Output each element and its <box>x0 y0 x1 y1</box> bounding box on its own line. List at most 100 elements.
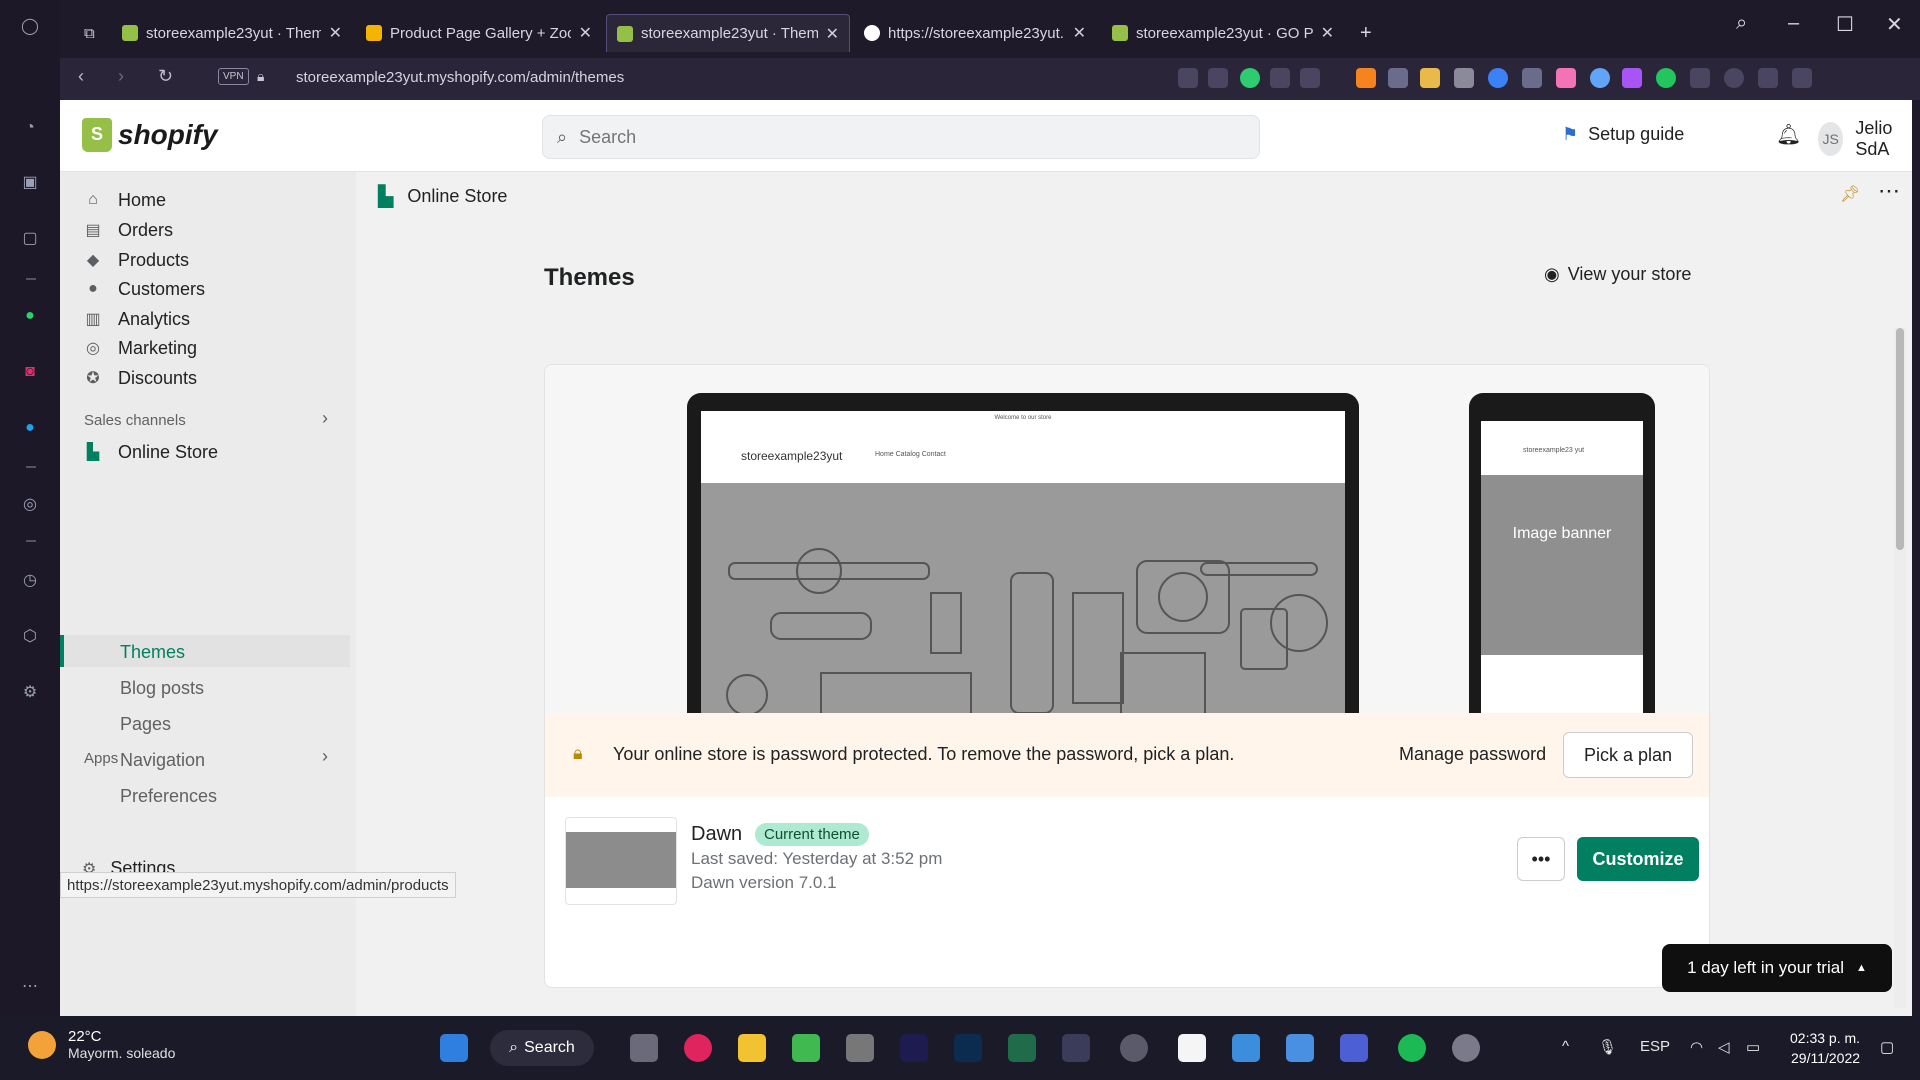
search-input[interactable] <box>579 126 1180 148</box>
extension-icon[interactable] <box>1488 68 1508 88</box>
maximize-icon[interactable]: ☐ <box>1836 12 1854 37</box>
shield-icon[interactable] <box>1240 68 1260 88</box>
volume-icon[interactable]: ◁ <box>1718 1038 1730 1056</box>
trial-banner-button[interactable]: 1 day left in your trial ▲ <box>1662 944 1892 992</box>
url-field[interactable]: storeexample23yut.myshopify.com/admin/th… <box>296 69 624 86</box>
manage-password-button[interactable]: Manage password <box>1399 744 1546 765</box>
lock-icon[interactable]: 🔒︎ <box>257 68 264 85</box>
extension-icon[interactable] <box>1388 68 1408 88</box>
theme-preview[interactable]: Welcome to our store storeexample23yut H… <box>545 365 1709 713</box>
twitter-icon[interactable]: ● <box>20 418 40 438</box>
language-indicator[interactable]: ESP <box>1640 1038 1670 1055</box>
opera-logo-icon[interactable]: ◯ <box>20 16 40 36</box>
app-icon[interactable] <box>1008 1034 1036 1062</box>
extension-icon[interactable] <box>1656 68 1676 88</box>
metamask-extension-icon[interactable] <box>1356 68 1376 88</box>
settings-gear-icon[interactable]: ⚙ <box>20 682 40 702</box>
easy-setup-icon[interactable] <box>1792 68 1812 88</box>
photoshop-icon[interactable] <box>954 1034 982 1062</box>
close-icon[interactable]: ✕ <box>1321 23 1334 43</box>
admin-search[interactable]: ⌕ <box>542 115 1260 159</box>
close-icon[interactable]: ✕ <box>826 24 839 44</box>
file-explorer-icon[interactable] <box>738 1034 766 1062</box>
extension-icon[interactable] <box>1522 68 1542 88</box>
opera-taskbar-icon[interactable] <box>684 1034 712 1062</box>
chevron-up-icon[interactable]: ^ <box>1562 1038 1569 1055</box>
history-icon[interactable]: ◷ <box>20 570 40 590</box>
pin-icon[interactable]: 📌︎ <box>1840 184 1860 204</box>
nav-item-analytics[interactable]: ▥ Analytics <box>82 305 190 333</box>
nav-item-home[interactable]: ⌂ Home <box>82 186 166 214</box>
cube-extension-icon[interactable] <box>1690 68 1710 88</box>
tab-1[interactable]: storeexample23yut · Theme ✕ <box>112 14 352 52</box>
extension-icon[interactable] <box>1556 68 1576 88</box>
theme-actions-button[interactable]: ••• <box>1517 837 1565 881</box>
close-icon[interactable]: ✕ <box>1073 23 1086 43</box>
shopify-logo[interactable]: shopify <box>82 118 218 152</box>
tab-4[interactable]: https://storeexample23yut. ✕ <box>854 14 1096 52</box>
nav-item-customers[interactable]: ● Customers <box>82 275 205 303</box>
taskbar-search[interactable]: ⌕ Search <box>490 1030 594 1066</box>
nav-item-products[interactable]: ◆ Products <box>82 246 189 274</box>
tab-workspace-icon[interactable]: ⧉ <box>74 14 114 52</box>
back-icon[interactable]: ‹ <box>78 66 84 87</box>
breadcrumb[interactable]: ▙ Online Store <box>378 184 507 209</box>
more-icon[interactable]: ⋯ <box>20 976 40 996</box>
view-store-link[interactable]: ◉ View your store <box>1544 264 1691 285</box>
wifi-icon[interactable]: ◠ <box>1690 1038 1703 1056</box>
chrome-icon[interactable] <box>1120 1034 1148 1062</box>
cube-icon[interactable]: ⬡ <box>20 626 40 646</box>
camera-icon[interactable] <box>1208 68 1228 88</box>
camtasia-icon[interactable] <box>792 1034 820 1062</box>
nav-sub-preferences[interactable]: Preferences <box>120 786 217 807</box>
nav-sub-blog-posts[interactable]: Blog posts <box>120 678 204 699</box>
notification-icon[interactable]: ▢ <box>1880 1038 1894 1056</box>
whatsapp-icon[interactable]: ● <box>20 306 40 326</box>
search-tabs-icon[interactable]: ⌕ <box>1736 12 1747 35</box>
capcut-icon[interactable] <box>1178 1034 1206 1062</box>
page-scrollbar[interactable] <box>1894 328 1906 1008</box>
extension-icon[interactable] <box>1454 68 1474 88</box>
profile-icon[interactable] <box>1724 68 1744 88</box>
nav-sub-pages[interactable]: Pages <box>120 714 171 735</box>
weather-widget[interactable]: 22°C Mayorm. soleado <box>28 1028 175 1061</box>
more-actions-icon[interactable]: ⋯ <box>1878 178 1900 204</box>
pick-a-plan-button[interactable]: Pick a plan <box>1563 732 1694 778</box>
download-icon[interactable] <box>1758 68 1778 88</box>
minimize-icon[interactable]: – <box>1788 12 1799 35</box>
battery-icon[interactable]: ▭ <box>1746 1038 1760 1056</box>
nav-item-marketing[interactable]: ◎ Marketing <box>82 334 197 362</box>
davinci-icon[interactable] <box>1062 1034 1090 1062</box>
instagram-icon[interactable]: ◙ <box>20 362 40 382</box>
forward-icon[interactable]: › <box>118 66 124 87</box>
nav-item-discounts[interactable]: ✪ Discounts <box>82 364 197 392</box>
shopping-icon[interactable]: ▣ <box>20 172 40 192</box>
microphone-icon[interactable]: 🎙︎ <box>1598 1038 1617 1056</box>
task-view-icon[interactable] <box>630 1034 658 1062</box>
extension-icon[interactable] <box>1420 68 1440 88</box>
play-icon[interactable] <box>1270 68 1290 88</box>
new-tab-button[interactable]: + <box>1350 14 1390 52</box>
setup-guide-button[interactable]: ⚑ Setup guide <box>1562 124 1684 145</box>
nav-item-orders[interactable]: ▤ Orders <box>82 216 173 244</box>
app-icon[interactable] <box>1340 1034 1368 1062</box>
chevron-right-icon[interactable]: › <box>322 408 328 429</box>
settings-icon[interactable] <box>1452 1034 1480 1062</box>
close-icon[interactable]: ✕ <box>579 23 592 43</box>
app-icon[interactable] <box>1232 1034 1260 1062</box>
nav-item-online-store[interactable]: ▙ Online Store <box>82 438 218 466</box>
player-icon[interactable]: ◎ <box>20 494 40 514</box>
tab-5[interactable]: storeexample23yut · GO Pr ✕ <box>1102 14 1344 52</box>
store-icon[interactable] <box>1286 1034 1314 1062</box>
speed-dial-icon[interactable]: ◔ <box>20 118 40 138</box>
vpn-badge[interactable]: VPN <box>218 68 249 85</box>
twitch-icon[interactable]: ▢ <box>20 228 40 248</box>
premiere-icon[interactable] <box>900 1034 928 1062</box>
send-icon[interactable] <box>1178 68 1198 88</box>
extension-icon[interactable] <box>1590 68 1610 88</box>
window-close-icon[interactable]: ✕ <box>1886 12 1903 37</box>
customize-button[interactable]: Customize <box>1577 837 1699 881</box>
tab-3-active[interactable]: storeexample23yut · Theme ✕ <box>606 14 850 52</box>
nav-sub-themes[interactable]: Themes <box>120 642 185 663</box>
system-clock[interactable]: 02:33 p. m. 29/11/2022 <box>1790 1028 1860 1068</box>
